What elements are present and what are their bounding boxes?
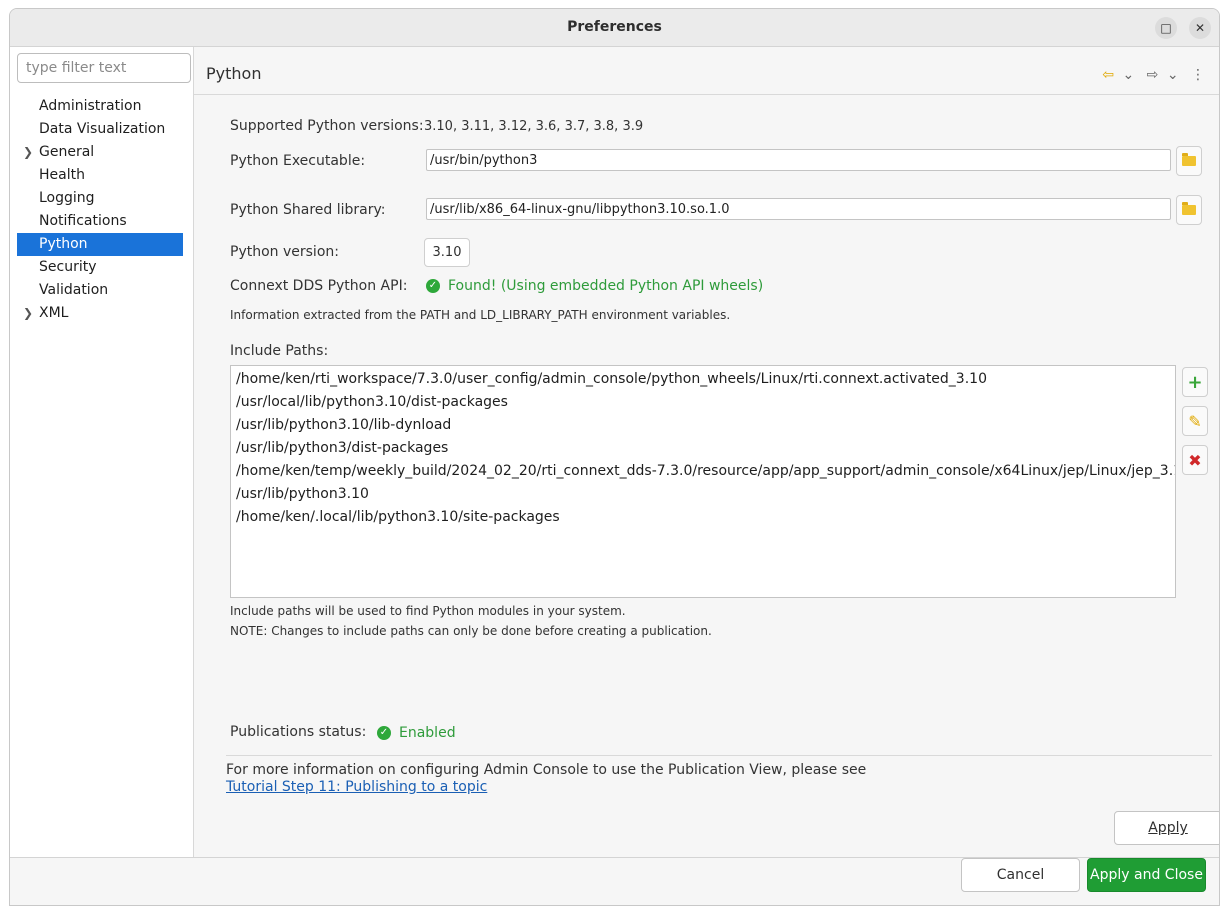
shared-library-field[interactable]: /usr/lib/x86_64-linux-gnu/libpython3.10.… <box>426 198 1171 220</box>
sidebar-item-data-visualization[interactable]: Data Visualization <box>17 118 183 141</box>
title-bar: Preferences □ ✕ <box>10 9 1219 47</box>
python-api-status: ✓ Found! (Using embedded Python API wheel… <box>426 278 763 294</box>
apply-button[interactable]: Apply <box>1114 811 1219 845</box>
sidebar-item-label: Logging <box>39 190 95 206</box>
include-note-1: Include paths will be used to find Pytho… <box>230 604 626 618</box>
tutorial-link[interactable]: Tutorial Step 11: Publishing to a topic <box>226 779 487 795</box>
sidebar-item-label: Security <box>39 259 97 275</box>
python-api-status-text: Found! (Using embedded Python API wheels… <box>448 278 764 294</box>
info-divider <box>226 755 1212 756</box>
python-version-field[interactable]: 3.10 <box>424 238 470 267</box>
window-title: Preferences <box>567 19 662 35</box>
close-button[interactable]: ✕ <box>1189 17 1211 39</box>
folder-icon <box>1182 202 1196 215</box>
sidebar-item-validation[interactable]: Validation <box>17 279 183 302</box>
sidebar-item-notifications[interactable]: Notifications <box>17 210 183 233</box>
delete-x-icon: ✖ <box>1188 450 1202 470</box>
list-item[interactable]: /home/ken/rti_workspace/7.3.0/user_confi… <box>231 368 1175 391</box>
info-text: Information extracted from the PATH and … <box>230 308 731 322</box>
maximize-icon: □ <box>1160 21 1172 35</box>
publications-status-value: Enabled <box>399 725 456 741</box>
filter-input[interactable] <box>17 53 191 83</box>
more-options-icon[interactable]: ⋮ <box>1191 67 1205 83</box>
pencil-icon: ✎ <box>1188 411 1202 431</box>
sidebar-item-label: Validation <box>39 282 109 298</box>
check-circle-icon: ✓ <box>426 279 440 293</box>
sidebar-item-security[interactable]: Security <box>17 256 183 279</box>
sidebar: Administration Data Visualization ❯ Gener… <box>10 47 194 857</box>
sidebar-item-label: XML <box>39 305 69 321</box>
chevron-right-icon[interactable]: ❯ <box>23 141 33 164</box>
browse-shared-library-button[interactable] <box>1176 195 1202 225</box>
more-info-text: For more information on configuring Admi… <box>226 762 867 778</box>
supported-versions-label: Supported Python versions: <box>230 118 424 134</box>
main-panel: Python ⇦ ⌄ ⇨ ⌄ ⋮ Supported Python versio… <box>194 47 1219 857</box>
remove-path-button[interactable]: ✖ <box>1182 445 1208 475</box>
list-item[interactable]: /usr/lib/python3/dist-packages <box>231 437 1175 460</box>
folder-icon <box>1182 153 1196 166</box>
sidebar-item-label: Administration <box>39 98 142 114</box>
chevron-right-icon[interactable]: ❯ <box>23 302 33 325</box>
cancel-button[interactable]: Cancel <box>961 858 1080 892</box>
list-item[interactable]: /home/ken/temp/weekly_build/2024_02_20/r… <box>231 460 1175 483</box>
edit-path-button[interactable]: ✎ <box>1182 406 1208 436</box>
sidebar-item-general[interactable]: ❯ General <box>17 141 183 164</box>
forward-arrow-icon[interactable]: ⇨ <box>1147 67 1159 83</box>
sidebar-item-label: Notifications <box>39 213 127 229</box>
list-item[interactable]: /home/ken/.local/lib/python3.10/site-pac… <box>231 506 1175 529</box>
apply-and-close-button[interactable]: Apply and Close <box>1087 858 1206 892</box>
sidebar-item-health[interactable]: Health <box>17 164 183 187</box>
list-item[interactable]: /usr/lib/python3.10/lib-dynload <box>231 414 1175 437</box>
include-note-2: NOTE: Changes to include paths can only … <box>230 624 712 638</box>
sidebar-item-label: Data Visualization <box>39 121 166 137</box>
list-item[interactable]: /usr/lib/python3.10 <box>231 483 1175 506</box>
check-circle-icon: ✓ <box>377 726 391 740</box>
sidebar-item-administration[interactable]: Administration <box>17 95 183 118</box>
list-item[interactable]: /usr/local/lib/python3.10/dist-packages <box>231 391 1175 414</box>
sidebar-item-label: Health <box>39 167 85 183</box>
header-divider <box>194 94 1219 95</box>
include-paths-list[interactable]: /home/ken/rti_workspace/7.3.0/user_confi… <box>230 365 1176 598</box>
include-paths-label: Include Paths: <box>230 343 329 359</box>
publications-status: ✓ Enabled <box>377 725 456 741</box>
shared-library-label: Python Shared library: <box>230 202 386 218</box>
add-path-button[interactable]: + <box>1182 367 1208 397</box>
sidebar-item-logging[interactable]: Logging <box>17 187 183 210</box>
close-icon: ✕ <box>1194 21 1206 35</box>
page-title: Python <box>206 64 262 83</box>
maximize-button[interactable]: □ <box>1155 17 1177 39</box>
python-api-label: Connext DDS Python API: <box>230 278 408 294</box>
preferences-window: Preferences □ ✕ Administration Data Visu… <box>9 8 1220 906</box>
sidebar-item-label: Python <box>39 236 88 252</box>
back-menu-chevron-icon[interactable]: ⌄ <box>1122 67 1134 83</box>
plus-icon: + <box>1187 371 1203 393</box>
publications-status-label: Publications status: <box>230 724 367 740</box>
sidebar-item-xml[interactable]: ❯ XML <box>17 302 183 325</box>
supported-versions-value: 3.10, 3.11, 3.12, 3.6, 3.7, 3.8, 3.9 <box>424 119 644 134</box>
executable-field[interactable]: /usr/bin/python3 <box>426 149 1171 171</box>
page-navigation: ⇦ ⌄ ⇨ ⌄ ⋮ <box>1094 67 1205 83</box>
preference-tree: Administration Data Visualization ❯ Gener… <box>17 95 183 325</box>
executable-label: Python Executable: <box>230 153 366 169</box>
python-version-label: Python version: <box>230 244 339 260</box>
browse-executable-button[interactable] <box>1176 146 1202 176</box>
back-arrow-icon[interactable]: ⇦ <box>1102 67 1114 83</box>
sidebar-item-label: General <box>39 144 95 160</box>
forward-menu-chevron-icon[interactable]: ⌄ <box>1167 67 1179 83</box>
sidebar-item-python[interactable]: Python <box>17 233 183 256</box>
